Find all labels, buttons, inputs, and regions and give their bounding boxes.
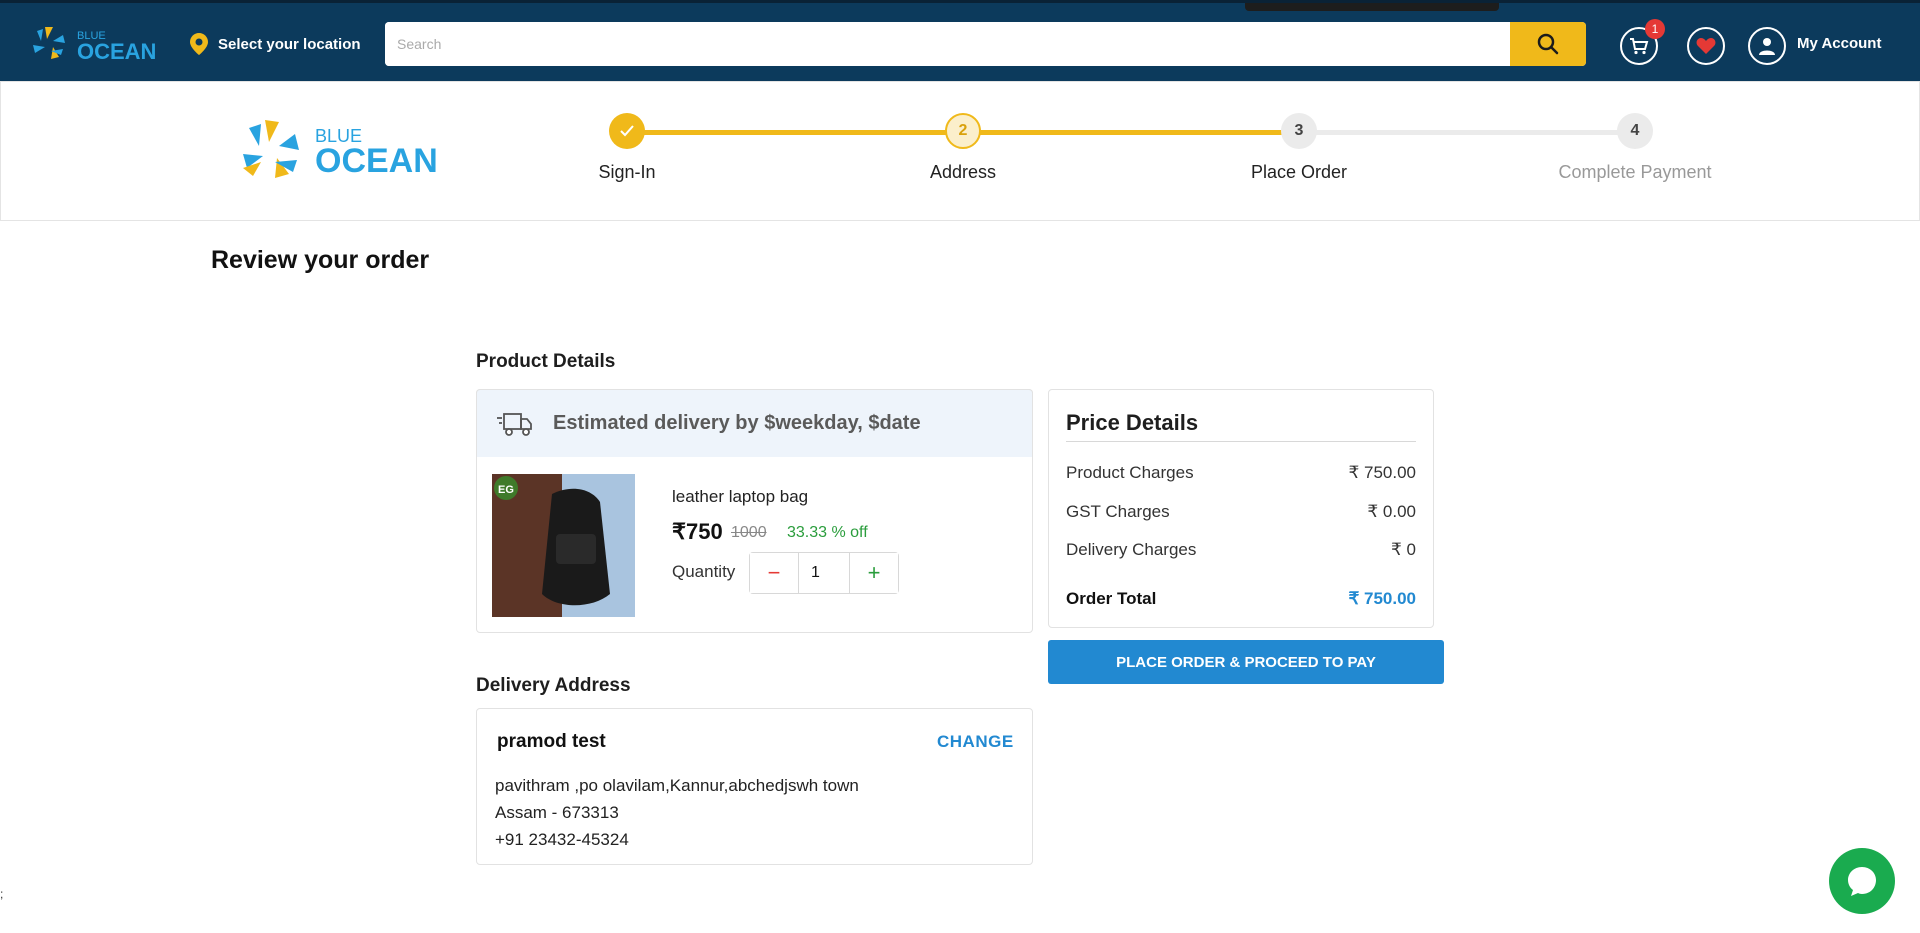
search-bar <box>385 22 1586 66</box>
product-name[interactable]: leather laptop bag <box>672 487 808 507</box>
quantity-label: Quantity <box>672 562 736 581</box>
step-connector-1 <box>627 130 963 135</box>
step-2-current: 2 <box>945 113 981 149</box>
product-mrp: 1000 <box>731 524 767 541</box>
address-name: pramod test <box>497 731 606 752</box>
user-icon <box>1759 38 1775 55</box>
address-line-1: pavithram ,po olavilam,Kannur,abchedjswh… <box>495 776 859 795</box>
checkmark-icon <box>620 125 634 137</box>
delivery-estimate-text: Estimated delivery by $weekday, $date <box>553 412 921 434</box>
laptop-bag-image: EG <box>492 474 635 617</box>
step-connector-3 <box>1299 130 1635 135</box>
my-account-link[interactable]: My Account <box>1797 35 1881 52</box>
delivery-estimate-banner: Estimated delivery by $weekday, $date <box>476 389 1033 457</box>
order-total-value: ₹ 750.00 <box>1348 589 1416 608</box>
price-row-label: Product Charges <box>1066 463 1194 482</box>
price-row-value: ₹ 0.00 <box>1367 502 1416 521</box>
price-details-heading: Price Details <box>1066 410 1199 435</box>
price-row-value: ₹ 0 <box>1391 540 1416 559</box>
cart-icon <box>1630 38 1649 55</box>
price-row-label: GST Charges <box>1066 502 1170 521</box>
step-1-complete <box>609 113 645 149</box>
chat-widget-button[interactable] <box>1829 848 1895 914</box>
decrease-quantity-button[interactable]: − <box>750 553 798 593</box>
step-1-label: Sign-In <box>598 162 656 182</box>
step-connector-2 <box>963 130 1299 135</box>
product-discount: 33.33 % off <box>787 524 868 541</box>
brand-logo-bottom: OCEAN <box>315 142 438 180</box>
quantity-value[interactable]: 1 <box>798 553 850 593</box>
stray-character: ; <box>0 887 4 901</box>
step-4: 4 <box>1617 113 1653 149</box>
order-total-row: Order Total ₹ 750.00 <box>1066 589 1416 609</box>
price-row-value: ₹ 750.00 <box>1348 463 1416 482</box>
step-3-label: Place Order <box>1250 162 1348 182</box>
account-avatar-button[interactable] <box>1748 27 1786 65</box>
price-row-product: Product Charges ₹ 750.00 <box>1066 463 1416 483</box>
location-pin-icon <box>190 33 208 55</box>
browser-overlay-tab <box>1245 3 1499 11</box>
order-total-label: Order Total <box>1066 589 1157 608</box>
product-image[interactable]: EG <box>492 474 635 617</box>
address-line-2: Assam - 673313 <box>495 803 619 822</box>
price-row-delivery: Delivery Charges ₹ 0 <box>1066 540 1416 560</box>
wishlist-button[interactable] <box>1687 27 1725 65</box>
step-2-label: Address <box>929 162 997 182</box>
search-button[interactable] <box>1510 22 1586 66</box>
delivery-address-heading: Delivery Address <box>476 675 631 696</box>
delivery-truck-icon <box>497 412 532 436</box>
price-row-gst: GST Charges ₹ 0.00 <box>1066 502 1416 522</box>
brand-logo-small-bottom: OCEAN <box>77 39 156 64</box>
brand-logo-small[interactable]: BLUE OCEAN <box>27 19 172 67</box>
quantity-stepper: − 1 + <box>749 552 899 594</box>
change-address-button[interactable]: CHANGE <box>937 732 1014 752</box>
top-navbar: BLUE OCEAN Select your location 1 <box>0 0 1920 81</box>
brand-logo[interactable]: BLUE OCEAN <box>233 110 473 190</box>
address-phone: +91 23432-45324 <box>495 830 629 849</box>
product-price: ₹750 <box>672 519 723 544</box>
page-title: Review your order <box>211 246 430 274</box>
search-icon <box>1537 33 1559 55</box>
product-brand-badge: EG <box>498 484 514 496</box>
search-input[interactable] <box>385 22 1511 66</box>
cart-count-badge: 1 <box>1645 19 1665 39</box>
product-details-heading: Product Details <box>476 351 616 372</box>
heart-icon <box>1696 38 1716 54</box>
location-label: Select your location <box>218 35 361 53</box>
increase-quantity-button[interactable]: + <box>850 553 898 593</box>
chat-bubble-icon <box>1848 867 1876 896</box>
step-4-label: Complete Payment <box>1558 162 1712 182</box>
step-3: 3 <box>1281 113 1317 149</box>
price-divider <box>1066 441 1416 442</box>
place-order-button[interactable]: PLACE ORDER & PROCEED TO PAY <box>1048 640 1444 684</box>
price-row-label: Delivery Charges <box>1066 540 1197 559</box>
location-selector[interactable]: Select your location <box>190 33 361 55</box>
